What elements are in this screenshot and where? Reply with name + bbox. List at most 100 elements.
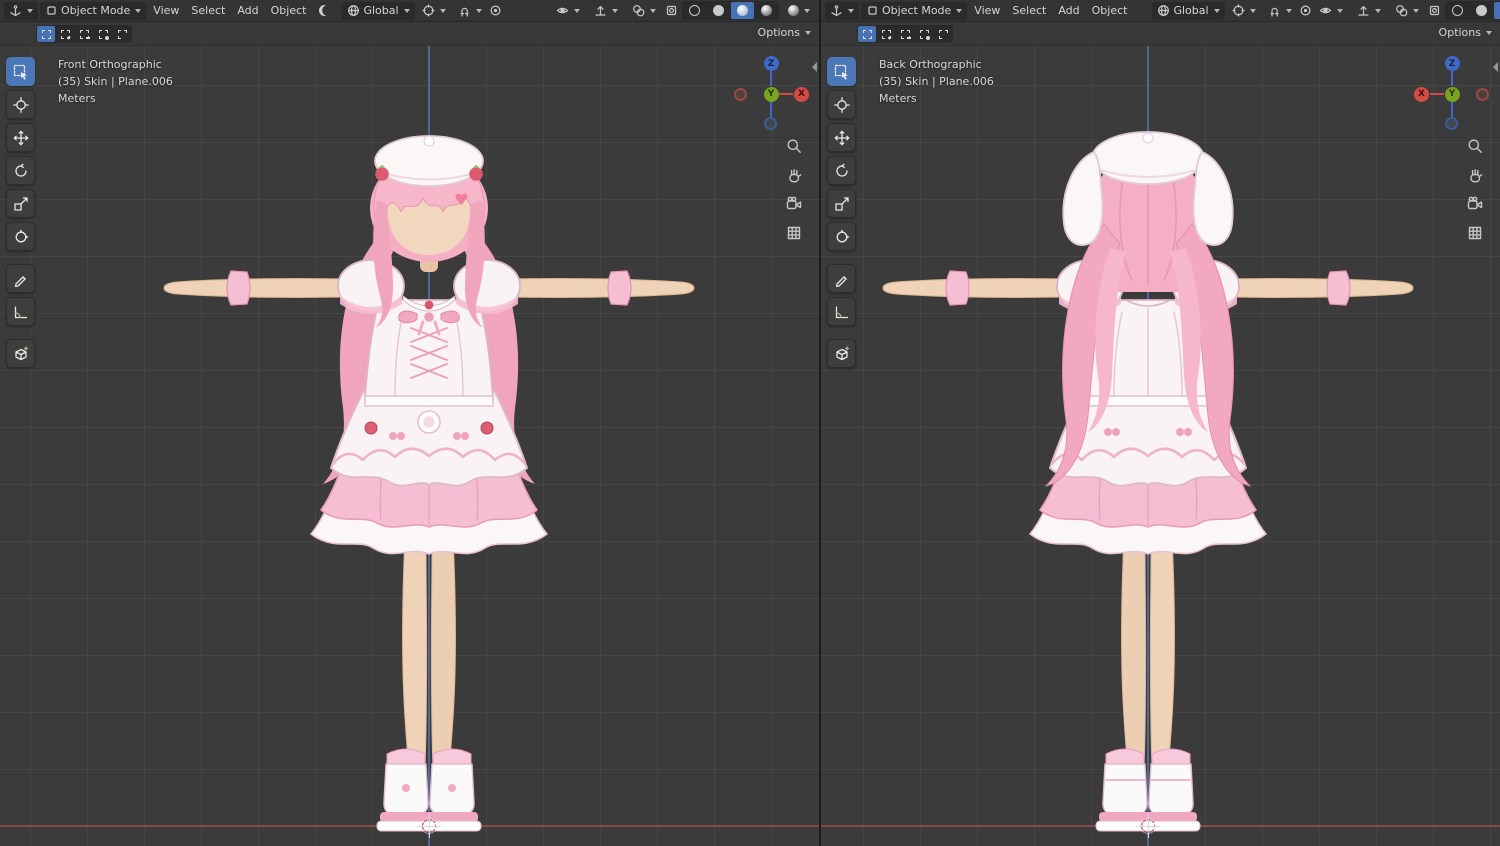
object-visibility-button[interactable] <box>551 2 585 20</box>
toggle-grid-icon[interactable] <box>1464 222 1486 244</box>
select-extend-button[interactable] <box>877 26 895 42</box>
proportional-falloff-crescent-icon[interactable] <box>319 5 330 16</box>
select-set-button[interactable] <box>37 26 55 42</box>
orientation-dropdown[interactable]: Global <box>342 1 415 20</box>
sidebar-toggle-icon[interactable] <box>812 62 817 72</box>
navigation-gizmo[interactable]: Z Y X <box>1414 56 1490 132</box>
zoom-icon[interactable] <box>1464 135 1486 157</box>
shading-wireframe-button[interactable] <box>1446 2 1469 19</box>
add-cube-tool[interactable] <box>6 339 35 368</box>
shading-material-button[interactable] <box>1493 2 1500 19</box>
gizmo-axis-z[interactable]: Z <box>1444 56 1460 71</box>
menu-object[interactable]: Object <box>1087 2 1133 20</box>
editor-type-button[interactable] <box>4 1 38 20</box>
menu-view[interactable]: View <box>148 2 184 20</box>
mode-dropdown[interactable]: Object Mode <box>40 1 147 20</box>
zoom-icon[interactable] <box>783 135 805 157</box>
mode-dropdown[interactable]: Object Mode <box>861 1 968 20</box>
3d-cursor[interactable] <box>1136 814 1160 838</box>
cursor-tool[interactable] <box>827 90 856 119</box>
proportional-editing-icon[interactable] <box>489 4 502 17</box>
scale-tool[interactable] <box>827 189 856 218</box>
viewport-3d[interactable]: Back Orthographic (35) Skin | Plane.006 … <box>821 46 1500 846</box>
gizmos-button[interactable] <box>1352 2 1386 20</box>
sidebar-toggle-icon[interactable] <box>1493 62 1498 72</box>
gizmo-axis-y[interactable]: Y <box>1444 86 1460 102</box>
shading-material-button[interactable] <box>731 2 754 19</box>
snap-button[interactable] <box>453 2 487 20</box>
options-dropdown[interactable]: Options <box>1439 26 1492 39</box>
character-model[interactable] <box>868 128 1428 836</box>
menu-select[interactable]: Select <box>186 2 230 20</box>
transform-tool[interactable] <box>6 222 35 251</box>
toggle-grid-icon[interactable] <box>783 222 805 244</box>
xray-toggle-icon[interactable] <box>665 4 678 17</box>
navigation-gizmo[interactable]: Z Y X <box>733 56 809 132</box>
overlays-button[interactable] <box>1390 2 1424 20</box>
select-invert-button[interactable] <box>94 26 112 42</box>
viewport-3d[interactable]: Front Orthographic (35) Skin | Plane.006… <box>0 46 819 846</box>
transform-tool[interactable] <box>827 222 856 251</box>
pivot-point-button[interactable] <box>417 2 451 20</box>
menu-add[interactable]: Add <box>1053 2 1084 20</box>
select-invert-button[interactable] <box>915 26 933 42</box>
gizmo-axis-x[interactable]: X <box>1414 86 1429 102</box>
gizmo-axis-x[interactable]: X <box>794 86 809 102</box>
shading-rendered-button[interactable] <box>755 2 778 19</box>
rotate-tool[interactable] <box>827 156 856 185</box>
chevron-down-icon <box>1213 8 1220 13</box>
proportional-editing-icon[interactable] <box>1299 4 1312 17</box>
chevron-down-icon <box>956 8 963 13</box>
gizmos-button[interactable] <box>589 2 623 20</box>
cursor-tool[interactable] <box>6 90 35 119</box>
pan-hand-icon[interactable] <box>1464 164 1486 186</box>
snap-button[interactable] <box>1263 2 1297 20</box>
shading-wireframe-button[interactable] <box>683 2 706 19</box>
gizmo-axis-y[interactable]: Y <box>763 86 779 102</box>
select-subtract-button[interactable] <box>896 26 914 42</box>
rotate-tool[interactable] <box>6 156 35 185</box>
gizmo-axis-neg-x[interactable] <box>734 87 747 101</box>
select-intersect-button[interactable] <box>934 26 952 42</box>
object-visibility-button[interactable] <box>1314 2 1348 20</box>
overlays-button[interactable] <box>627 2 661 20</box>
pivot-point-button[interactable] <box>1227 2 1261 20</box>
gizmo-axis-z[interactable]: Z <box>763 56 779 71</box>
select-set-button[interactable] <box>858 26 876 42</box>
select-intersect-button[interactable] <box>113 26 131 42</box>
3d-cursor[interactable] <box>417 814 441 838</box>
gizmo-axis-neg-z[interactable] <box>1444 117 1458 130</box>
snap-magnet-icon <box>1268 4 1281 17</box>
options-dropdown[interactable]: Options <box>758 26 811 39</box>
select-extend-button[interactable] <box>56 26 74 42</box>
move-tool[interactable] <box>6 123 35 152</box>
shading-dropdown-button[interactable] <box>783 2 815 20</box>
menu-view[interactable]: View <box>969 2 1005 20</box>
pan-hand-icon[interactable] <box>783 164 805 186</box>
transform-orientation-icon <box>1157 4 1170 17</box>
character-model[interactable] <box>149 128 709 836</box>
camera-view-icon[interactable] <box>1464 193 1486 215</box>
shading-solid-button[interactable] <box>707 2 730 19</box>
menu-object[interactable]: Object <box>266 2 312 20</box>
tweak-select-tool[interactable] <box>6 57 35 86</box>
measure-tool[interactable] <box>6 297 35 326</box>
camera-view-icon[interactable] <box>783 193 805 215</box>
gizmo-axis-neg-z[interactable] <box>763 117 777 130</box>
scale-tool[interactable] <box>6 189 35 218</box>
gizmo-axis-neg-x[interactable] <box>1476 87 1489 101</box>
select-subtract-button[interactable] <box>75 26 93 42</box>
orientation-dropdown[interactable]: Global <box>1152 1 1225 20</box>
menu-select[interactable]: Select <box>1007 2 1051 20</box>
tweak-select-tool[interactable] <box>827 57 856 86</box>
annotate-tool[interactable] <box>827 264 856 293</box>
xray-toggle-icon[interactable] <box>1428 4 1441 17</box>
gizmo-x-line <box>779 93 793 95</box>
add-cube-tool[interactable] <box>827 339 856 368</box>
move-tool[interactable] <box>827 123 856 152</box>
menu-add[interactable]: Add <box>232 2 263 20</box>
annotate-tool[interactable] <box>6 264 35 293</box>
editor-type-button[interactable] <box>825 1 859 20</box>
measure-tool[interactable] <box>827 297 856 326</box>
shading-solid-button[interactable] <box>1470 2 1493 19</box>
